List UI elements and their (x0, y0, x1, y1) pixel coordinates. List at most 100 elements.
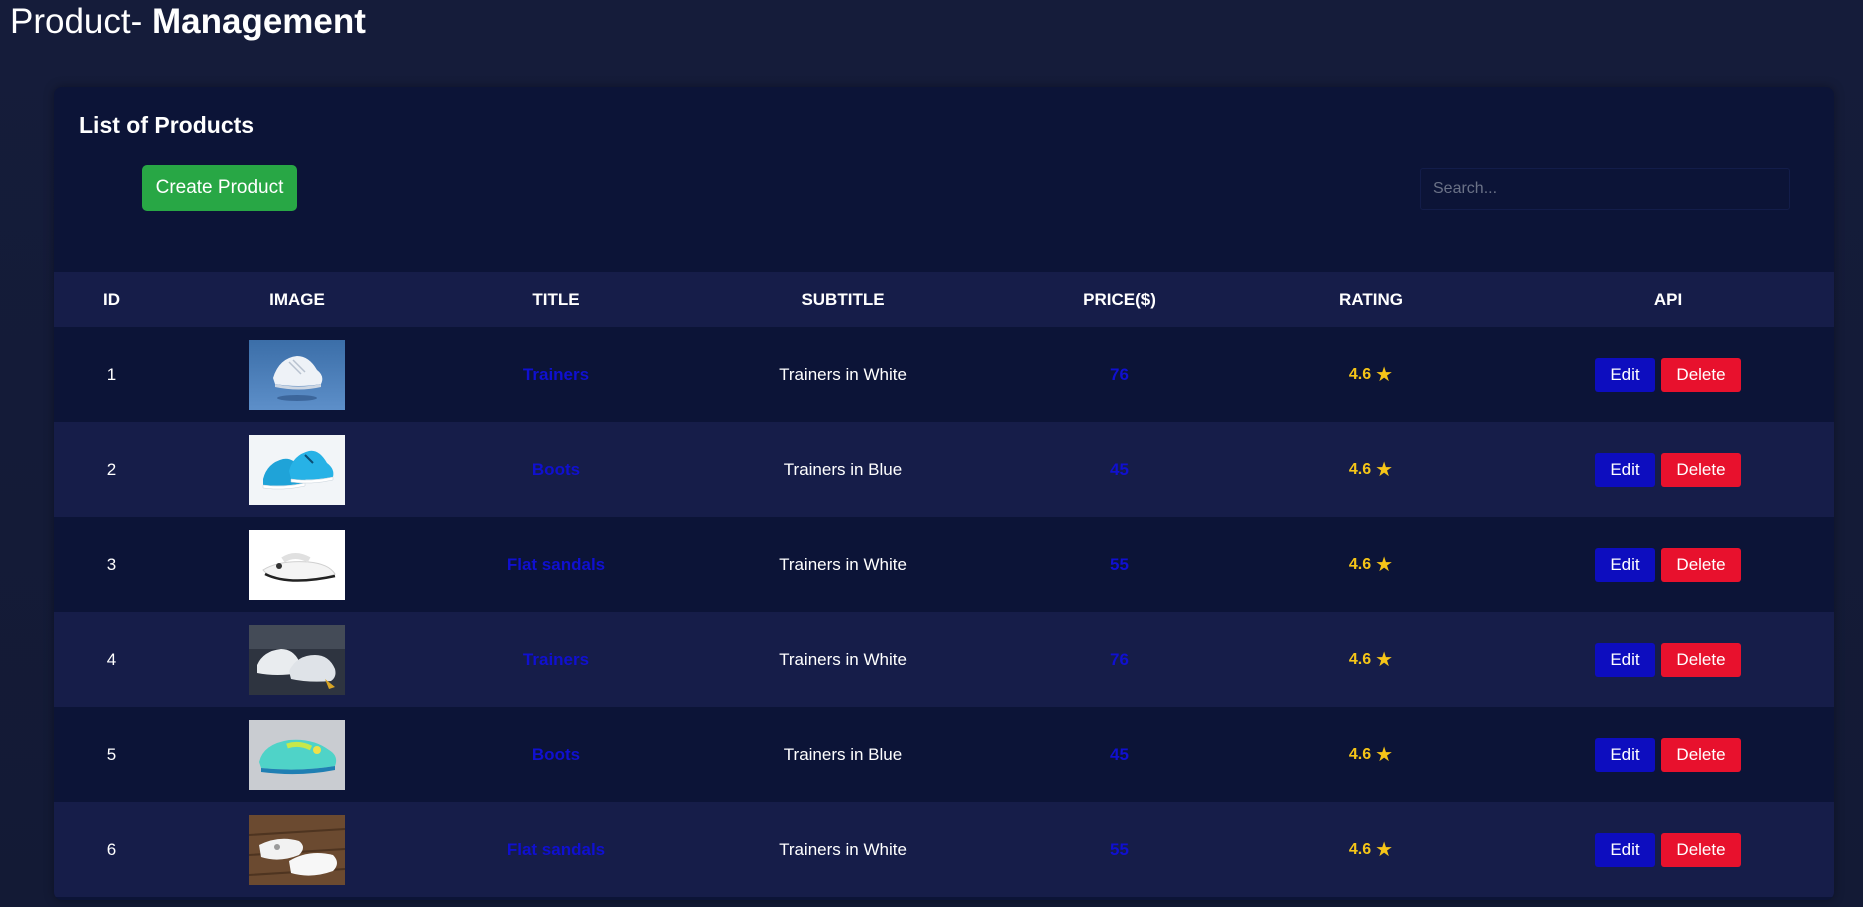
cell-id: 4 (54, 612, 169, 707)
delete-button[interactable]: Delete (1661, 737, 1741, 772)
star-icon: ★ (1375, 459, 1394, 481)
product-title-link[interactable]: Boots (532, 745, 580, 764)
cell-image (169, 517, 425, 612)
cell-price: 76 (999, 612, 1240, 707)
product-price: 55 (1110, 554, 1129, 574)
table-header-row: ID IMAGE TITLE SUBTITLE PRICE($) RATING … (54, 272, 1834, 327)
cell-title: Flat sandals (425, 802, 687, 897)
cell-price: 55 (999, 802, 1240, 897)
edit-button[interactable]: Edit (1595, 737, 1655, 772)
rating-value: 4.6 (1348, 746, 1372, 763)
page-title-bold: Management (152, 2, 366, 41)
table-row: 6 Flat sandals Trainers in White 55 4.6 ★… (54, 802, 1834, 897)
cell-price: 76 (999, 327, 1240, 422)
edit-button[interactable]: Edit (1595, 357, 1655, 392)
table-row: 2 Boots Trainers in Blue 45 4.6 ★ Edit D… (54, 422, 1834, 517)
product-title-link[interactable]: Trainers (523, 650, 589, 669)
product-image-white-sneakers-mat (249, 624, 345, 695)
cell-api: Edit Delete (1502, 327, 1834, 422)
product-title-link[interactable]: Boots (532, 460, 580, 479)
cell-price: 55 (999, 517, 1240, 612)
product-title-link[interactable]: Flat sandals (507, 555, 605, 574)
cell-subtitle: Trainers in White (687, 612, 999, 707)
table-row: 3 Flat sandals Trainers in White 55 4.6 ★… (54, 517, 1834, 612)
column-header-api: API (1502, 272, 1834, 327)
cell-rating: 4.6 ★ (1240, 422, 1502, 517)
edit-button[interactable]: Edit (1595, 642, 1655, 677)
cell-id: 6 (54, 802, 169, 897)
cell-id: 3 (54, 517, 169, 612)
star-icon: ★ (1375, 554, 1394, 576)
create-product-button[interactable]: Create Product (142, 165, 297, 211)
cell-api: Edit Delete (1502, 612, 1834, 707)
cell-title: Boots (425, 707, 687, 802)
cell-id: 2 (54, 422, 169, 517)
rating-value: 4.6 (1348, 366, 1372, 383)
delete-button[interactable]: Delete (1661, 452, 1741, 487)
column-header-title: TITLE (425, 272, 687, 327)
cell-subtitle: Trainers in White (687, 517, 999, 612)
product-image-flat-sandal (249, 529, 345, 600)
cell-subtitle: Trainers in Blue (687, 707, 999, 802)
card-title: List of Products (79, 112, 255, 138)
product-image-white-sandals-wood (249, 814, 345, 885)
product-image-turquoise-shoe (249, 719, 345, 790)
cell-api: Edit Delete (1502, 802, 1834, 897)
column-header-price: PRICE($) (999, 272, 1240, 327)
product-price: 45 (1110, 744, 1129, 764)
edit-button[interactable]: Edit (1595, 832, 1655, 867)
rating-value: 4.6 (1348, 461, 1372, 478)
column-header-rating: RATING (1240, 272, 1502, 327)
delete-button[interactable]: Delete (1661, 642, 1741, 677)
cell-rating: 4.6 ★ (1240, 802, 1502, 897)
cell-title: Flat sandals (425, 517, 687, 612)
cell-api: Edit Delete (1502, 517, 1834, 612)
table-row: 4 Trainers Trainers in White 76 4.6 ★ Edi… (54, 612, 1834, 707)
products-table: ID IMAGE TITLE SUBTITLE PRICE($) RATING … (54, 272, 1834, 897)
cell-image (169, 422, 425, 517)
star-icon: ★ (1375, 839, 1394, 861)
product-title-link[interactable]: Flat sandals (507, 840, 605, 859)
product-price: 76 (1110, 364, 1129, 384)
cell-rating: 4.6 ★ (1240, 612, 1502, 707)
cell-image (169, 327, 425, 422)
cell-subtitle: Trainers in White (687, 802, 999, 897)
star-icon: ★ (1375, 649, 1394, 671)
product-image-white-sneaker (249, 339, 345, 410)
star-icon: ★ (1375, 744, 1394, 766)
cell-title: Trainers (425, 327, 687, 422)
cell-api: Edit Delete (1502, 422, 1834, 517)
column-header-image: IMAGE (169, 272, 425, 327)
edit-button[interactable]: Edit (1595, 452, 1655, 487)
cell-title: Trainers (425, 612, 687, 707)
delete-button[interactable]: Delete (1661, 357, 1741, 392)
column-header-subtitle: SUBTITLE (687, 272, 999, 327)
cell-id: 1 (54, 327, 169, 422)
cell-image (169, 802, 425, 897)
cell-rating: 4.6 ★ (1240, 327, 1502, 422)
cell-title: Boots (425, 422, 687, 517)
column-header-id: ID (54, 272, 169, 327)
product-price: 55 (1110, 839, 1129, 859)
rating-value: 4.6 (1348, 651, 1372, 668)
star-icon: ★ (1375, 364, 1394, 386)
cell-subtitle: Trainers in Blue (687, 422, 999, 517)
cell-rating: 4.6 ★ (1240, 707, 1502, 802)
edit-button[interactable]: Edit (1595, 547, 1655, 582)
delete-button[interactable]: Delete (1661, 832, 1741, 867)
table-row: 1 Trainers Trainers in White 76 4.6 ★ Ed… (54, 327, 1834, 422)
table-row: 5 Boots Trainers in Blue 45 4.6 ★ Edit Del… (54, 707, 1834, 802)
product-title-link[interactable]: Trainers (523, 365, 589, 384)
page-title: Product- Management (10, 2, 366, 42)
rating-value: 4.6 (1348, 556, 1372, 573)
cell-rating: 4.6 ★ (1240, 517, 1502, 612)
cell-subtitle: Trainers in White (687, 327, 999, 422)
page-title-prefix: Product- (10, 2, 152, 41)
cell-price: 45 (999, 707, 1240, 802)
product-price: 45 (1110, 459, 1129, 479)
delete-button[interactable]: Delete (1661, 547, 1741, 582)
search-input[interactable] (1420, 168, 1790, 210)
product-price: 76 (1110, 649, 1129, 669)
cell-price: 45 (999, 422, 1240, 517)
rating-value: 4.6 (1348, 841, 1372, 858)
